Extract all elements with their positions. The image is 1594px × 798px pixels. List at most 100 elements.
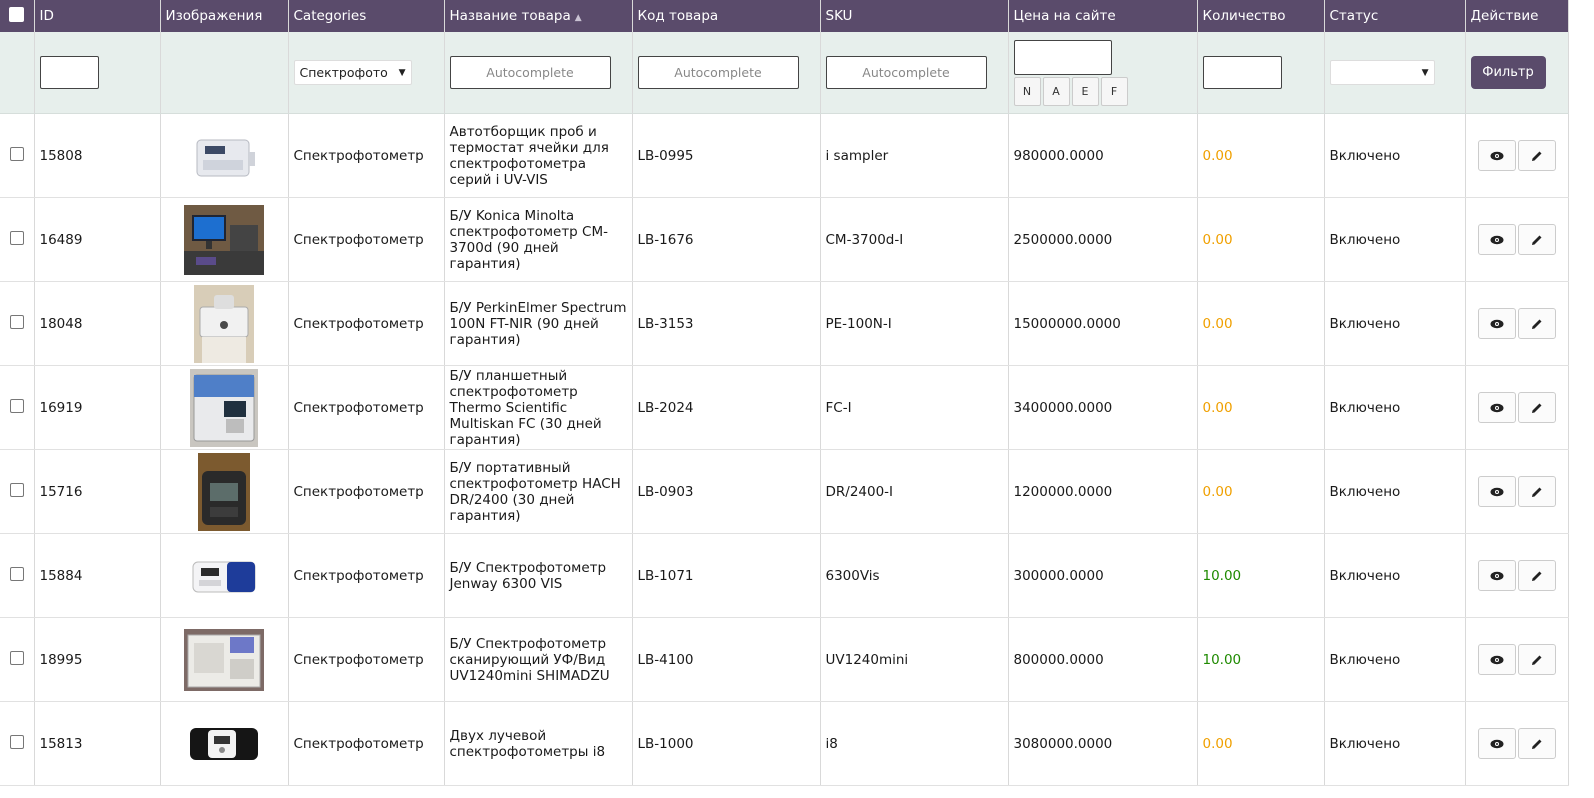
row-code: LB-1000 [632,701,821,786]
id-filter-input[interactable] [39,56,99,89]
price-filter-input[interactable] [1013,39,1112,75]
row-name[interactable]: Б/У планшетный спектрофотометр Thermo Sc… [444,365,633,450]
row-qty: 0.00 [1197,365,1325,450]
pencil-icon [1531,403,1541,413]
price-mode-f-button[interactable]: F [1100,76,1128,106]
chevron-down-icon: ▼ [398,67,406,78]
filter-button[interactable]: Фильтр [1470,56,1546,89]
edit-button[interactable] [1517,644,1556,675]
row-name[interactable]: Б/У Спектрофотометр сканирующий УФ/Вид U… [444,617,633,702]
row-id: 15808 [34,113,161,198]
row-name[interactable]: Б/У Konica Minolta спектрофотометр CM-37… [444,197,633,282]
edit-button[interactable] [1517,308,1556,339]
price-mode-e-button[interactable]: E [1071,76,1099,106]
col-sku[interactable]: SKU [820,0,1009,32]
row-select-cell [0,113,35,198]
row-id: 18048 [34,281,161,366]
row-status: Включено [1324,197,1466,282]
row-sku: i8 [820,701,1009,786]
row-sku: CM-3700d-I [820,197,1009,282]
view-button[interactable] [1477,644,1516,675]
row-code: LB-3153 [632,281,821,366]
col-name[interactable]: Название товара ▲ [444,0,633,32]
edit-button[interactable] [1517,728,1556,759]
row-actions [1465,197,1569,282]
row-image-cell [160,113,289,198]
edit-button[interactable] [1517,560,1556,591]
view-button[interactable] [1477,728,1516,759]
view-button[interactable] [1477,476,1516,507]
col-qty[interactable]: Количество [1197,0,1325,32]
row-price: 3400000.0000 [1008,365,1198,450]
row-checkbox[interactable] [9,734,24,749]
row-category: Спектрофотометр [288,449,445,534]
view-button[interactable] [1477,308,1516,339]
row-id: 15813 [34,701,161,786]
row-select-cell [0,365,35,450]
col-price[interactable]: Цена на сайте [1008,0,1198,32]
product-thumbnail[interactable] [184,628,264,691]
table-row: 15808 Спектрофотометр Автотборщик проб и… [0,113,1569,198]
row-name[interactable]: Б/У PerkinElmer Spectrum 100N FT-NIR (90… [444,281,633,366]
row-select-cell [0,449,35,534]
table-row: 16489 Спектрофотометр Б/У Konica Minolta… [0,197,1569,282]
row-id: 18995 [34,617,161,702]
filter-cell-actions: Фильтр [1465,32,1569,114]
product-thumbnail[interactable] [194,284,254,363]
select-all-checkbox[interactable] [9,6,25,22]
row-image-cell [160,449,289,534]
view-button[interactable] [1477,392,1516,423]
row-name[interactable]: Двух лучевой спектрофотометры i8 [444,701,633,786]
row-name[interactable]: Б/У Спектрофотометр Jenway 6300 VIS [444,533,633,618]
product-thumbnail[interactable] [191,130,257,182]
qty-filter-input[interactable] [1202,56,1282,89]
sku-filter-input[interactable]: Autocomplete [825,56,987,89]
row-checkbox[interactable] [9,482,24,497]
col-categories[interactable]: Categories [288,0,445,32]
row-checkbox[interactable] [9,650,24,665]
row-image-cell [160,701,289,786]
row-checkbox[interactable] [9,398,24,413]
filter-cell-empty [0,32,35,114]
filter-cell-category: Спектрофото ▼ [288,32,445,114]
product-thumbnail[interactable] [189,552,259,600]
col-id[interactable]: ID [34,0,161,32]
row-status: Включено [1324,281,1466,366]
row-price: 1200000.0000 [1008,449,1198,534]
eye-icon [1490,739,1503,748]
edit-button[interactable] [1517,140,1556,171]
price-mode-a-button[interactable]: A [1042,76,1070,106]
row-category: Спектрофотометр [288,113,445,198]
row-category: Спектрофотометр [288,365,445,450]
row-image-cell [160,197,289,282]
product-thumbnail[interactable] [190,368,258,447]
name-filter-input[interactable]: Autocomplete [449,56,611,89]
row-checkbox[interactable] [9,146,24,161]
product-thumbnail[interactable] [184,204,264,275]
status-filter-select[interactable]: ▼ [1329,60,1435,85]
product-thumbnail[interactable] [188,722,260,766]
products-table: ID Изображения Categories Название товар… [0,0,1569,786]
row-name[interactable]: Б/У портативный спектрофотометр HACH DR/… [444,449,633,534]
row-checkbox[interactable] [9,230,24,245]
edit-button[interactable] [1517,476,1556,507]
product-thumbnail[interactable] [198,452,250,531]
view-button[interactable] [1477,140,1516,171]
row-name[interactable]: Автотборщик проб и термостат ячейки для … [444,113,633,198]
col-code[interactable]: Код товара [632,0,821,32]
row-checkbox[interactable] [9,314,24,329]
category-filter-select[interactable]: Спектрофото ▼ [293,60,412,85]
col-status[interactable]: Статус [1324,0,1466,32]
filter-row: Спектрофото ▼ Autocomplete Autocomplete A… [0,32,1569,114]
row-sku: DR/2400-I [820,449,1009,534]
price-mode-n-button[interactable]: N [1013,76,1041,106]
view-button[interactable] [1477,560,1516,591]
edit-button[interactable] [1517,392,1556,423]
view-button[interactable] [1477,224,1516,255]
sort-asc-icon: ▲ [574,13,582,23]
code-filter-input[interactable]: Autocomplete [637,56,799,89]
row-category: Спектрофотометр [288,617,445,702]
edit-button[interactable] [1517,224,1556,255]
row-id: 16489 [34,197,161,282]
row-checkbox[interactable] [9,566,24,581]
